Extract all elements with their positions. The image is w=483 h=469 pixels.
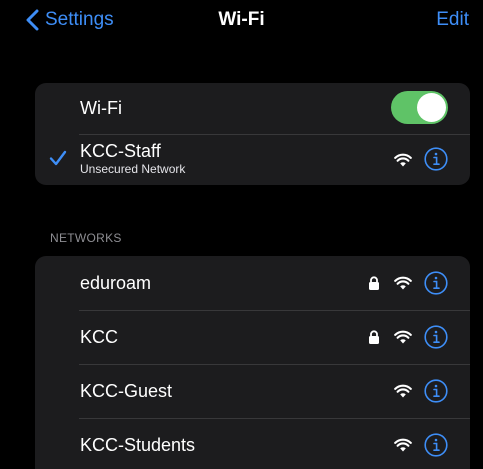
network-row-kcc-guest[interactable]: KCC-Guest: [35, 364, 470, 418]
checkmark-icon: [49, 150, 67, 166]
network-name: eduroam: [80, 272, 152, 293]
lock-icon: [369, 330, 379, 344]
network-row-kcc[interactable]: KCC: [35, 310, 470, 364]
page-title: Wi-Fi: [218, 9, 265, 30]
wifi-icon: [394, 330, 412, 344]
toggle-knob: [417, 93, 446, 122]
wifi-icon: [394, 438, 412, 452]
network-name: KCC-Guest: [80, 380, 173, 401]
network-name: KCC-Students: [80, 434, 196, 455]
wifi-settings-screen: Settings Wi-Fi Edit Wi-Fi KCC-Staff Unse…: [0, 0, 483, 469]
info-icon[interactable]: [424, 147, 448, 171]
wifi-group: Wi-Fi KCC-Staff Unsecured Network: [35, 83, 470, 185]
wifi-icon: [394, 153, 412, 167]
info-icon[interactable]: [424, 325, 448, 349]
info-icon[interactable]: [424, 271, 448, 295]
current-network-status: Unsecured Network: [80, 162, 186, 176]
wifi-icon: [394, 276, 412, 290]
network-row-eduroam[interactable]: eduroam: [35, 256, 470, 310]
lock-icon: [369, 276, 379, 290]
network-name: KCC: [80, 326, 119, 347]
wifi-toggle-switch[interactable]: [391, 91, 448, 124]
current-network-name: KCC-Staff: [80, 141, 161, 161]
networks-section-header: NETWORKS: [50, 231, 122, 245]
current-network-row[interactable]: KCC-Staff Unsecured Network: [35, 134, 470, 185]
wifi-icon: [394, 384, 412, 398]
edit-button[interactable]: Edit: [436, 8, 469, 32]
navigation-bar: Settings Wi-Fi Edit: [0, 0, 483, 44]
network-row-kcc-students[interactable]: KCC-Students: [35, 418, 470, 469]
info-icon[interactable]: [424, 379, 448, 403]
networks-group: eduroam KCC KCC-Guest KCC-Students: [35, 256, 470, 469]
wifi-toggle-label: Wi-Fi: [80, 98, 122, 118]
info-icon[interactable]: [424, 433, 448, 457]
current-network-text: KCC-Staff Unsecured Network: [80, 140, 185, 176]
wifi-toggle-row: Wi-Fi: [35, 83, 470, 134]
